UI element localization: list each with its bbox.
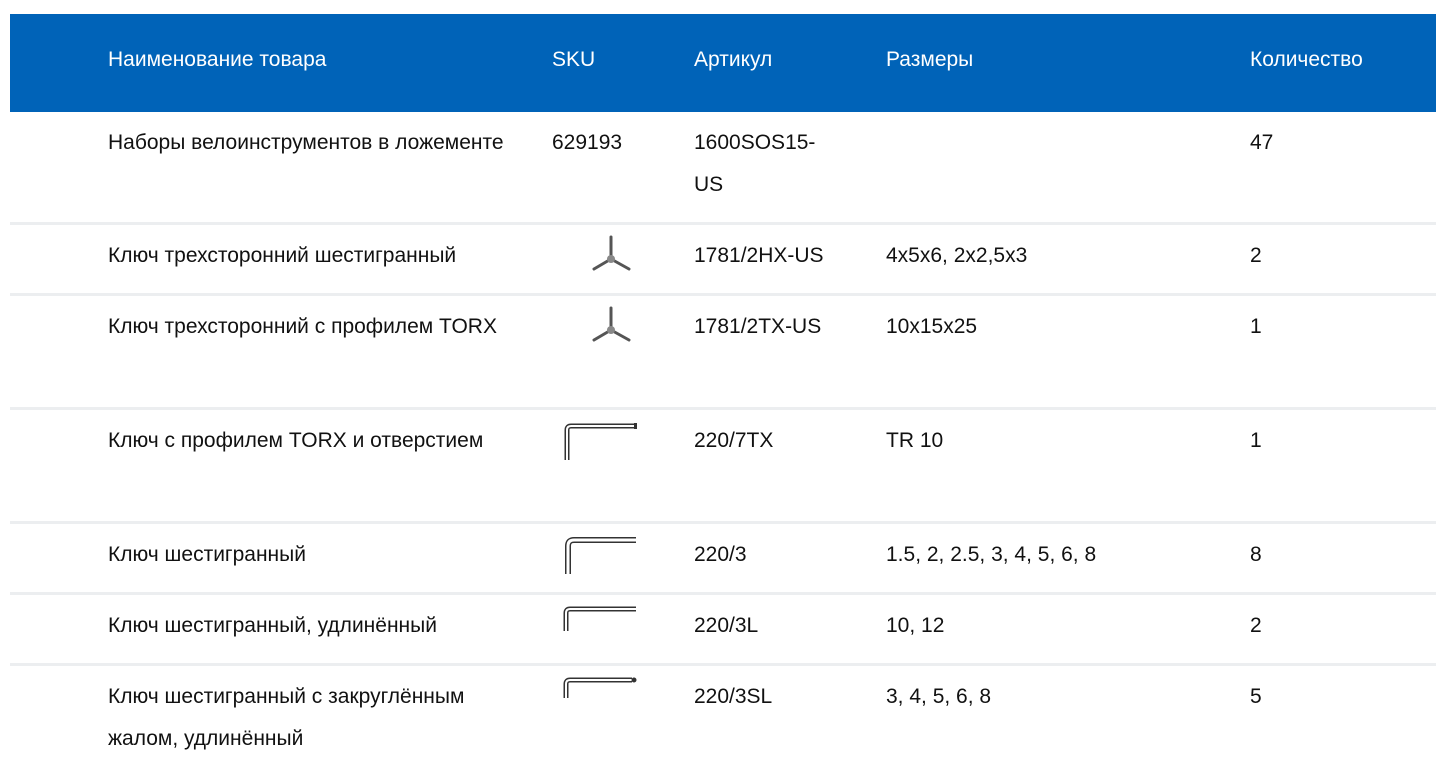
product-sizes: 1.5, 2, 2.5, 3, 4, 5, 6, 8 [886,543,1097,566]
table-row: Ключ шестигранный, удлинённый 220/3L 10,… [10,595,1436,666]
product-sizes: TR 10 [886,429,944,452]
product-qty: 47 [1250,131,1274,154]
product-article: 220/7TX [694,429,774,452]
product-qty: 1 [1250,429,1262,452]
product-name: Наборы велоинструментов в ложементе [108,131,504,154]
product-qty: 8 [1250,543,1262,566]
header-sizes: Размеры [886,48,974,71]
product-article: 220/3SL [694,685,773,708]
header-qty: Количество [1250,48,1363,71]
table-row: Ключ шестигранный 220/3 1.5, 2, 2.5, 3, … [10,524,1436,595]
product-qty: 2 [1250,244,1262,267]
product-sizes: 4x5x6, 2x2,5x3 [886,244,1028,267]
y-wrench-icon [550,233,640,279]
product-name: Ключ трехсторонний с профилем TORX [108,315,497,338]
l-key-icon [550,532,640,578]
product-qty: 1 [1250,315,1262,338]
table-row: Ключ с профилем TORX и отверстием 220/7T… [10,410,1436,524]
table-row: Ключ трехсторонний с профилем TORX 1781/… [10,296,1436,410]
table-row: Наборы велоинструментов в ложементе 6291… [10,112,1436,225]
product-article: 1781/2TX-US [694,315,822,338]
header-sku: SKU [552,48,596,71]
table-row: Ключ трехсторонний шестигранный 1781/2HX… [10,225,1436,296]
table-header: Наименование товара SKU Артикул Размеры … [10,14,1436,112]
product-sizes: 10, 12 [886,614,945,637]
product-name: Ключ шестигранный, удлинённый [108,614,437,637]
l-key-long-icon [550,603,640,649]
product-name: Ключ с профилем TORX и отверстием [108,429,484,452]
l-key-torx-icon [550,418,640,464]
product-article: 220/3 [694,543,747,566]
product-sizes: 3, 4, 5, 6, 8 [886,685,992,708]
product-sizes: 10x15x25 [886,315,978,338]
product-name: Ключ трехсторонний шестигранный [108,244,457,267]
y-wrench-icon [550,304,640,350]
product-qty: 2 [1250,614,1262,637]
product-article: 1600SOS15-US [694,131,816,196]
product-qty: 5 [1250,685,1262,708]
header-article: Артикул [694,48,773,71]
product-article: 220/3L [694,614,759,637]
table-row: Ключ шестигранный с закруглённым жалом, … [10,666,1436,766]
product-name: Ключ шестигранный [108,543,306,566]
header-name: Наименование товара [108,48,327,71]
product-article: 1781/2HX-US [694,244,824,267]
product-sku: 629193 [552,131,623,154]
l-key-ball-icon [550,674,640,720]
product-name: Ключ шестигранный с закруглённым жалом, … [108,685,465,750]
product-table: Наименование товара SKU Артикул Размеры … [10,14,1436,766]
